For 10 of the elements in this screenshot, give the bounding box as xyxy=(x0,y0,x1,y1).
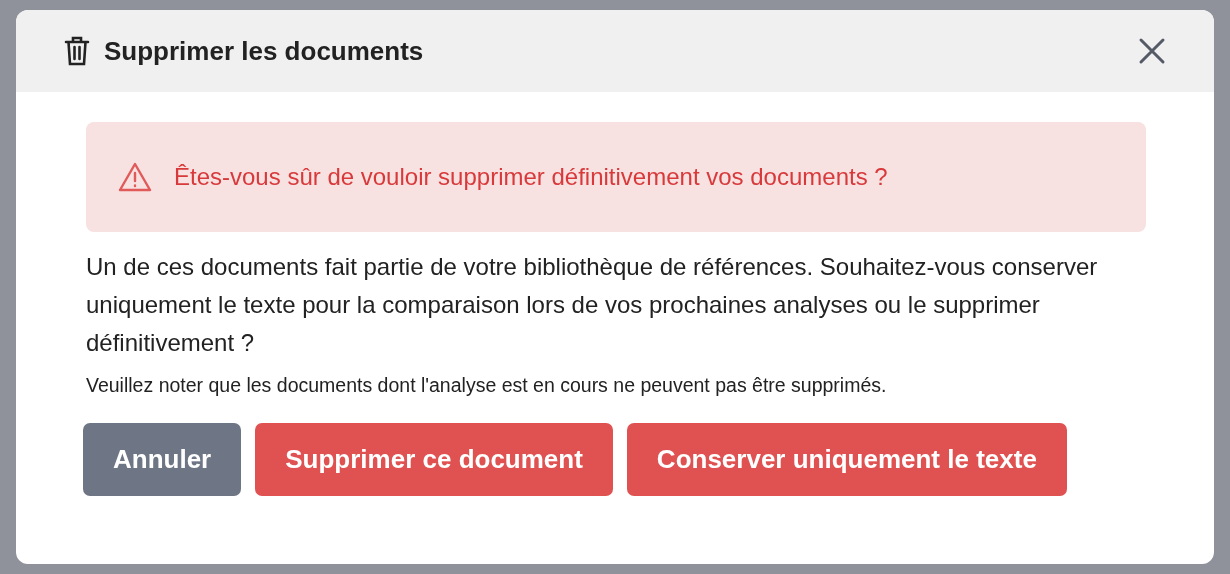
message-text: Un de ces documents fait partie de votre bibliothèque de références. Souhaitez-vous conserver uniquement le texte pour la comparaison lors de vos prochaines analyses ou le supprimer définitivement ? xyxy=(86,252,1099,358)
note-text: Veuillez noter que les documents dont l'analyse est en cours ne peuvent pas être supprimés. xyxy=(86,374,888,397)
dialog-title: Supprimer les documents xyxy=(104,35,425,67)
danger-button[interactable]: Conserver uniquement le texte xyxy=(626,423,1067,496)
warning-icon xyxy=(118,162,152,192)
close-icon[interactable] xyxy=(1138,37,1166,65)
trash-icon xyxy=(64,35,90,67)
alert-text: Êtes-vous sûr de vouloir supprimer définitivement vos documents ? xyxy=(174,163,888,191)
danger-button[interactable]: Supprimer ce document xyxy=(255,423,613,496)
cancel-button[interactable]: Annuler xyxy=(83,423,242,496)
